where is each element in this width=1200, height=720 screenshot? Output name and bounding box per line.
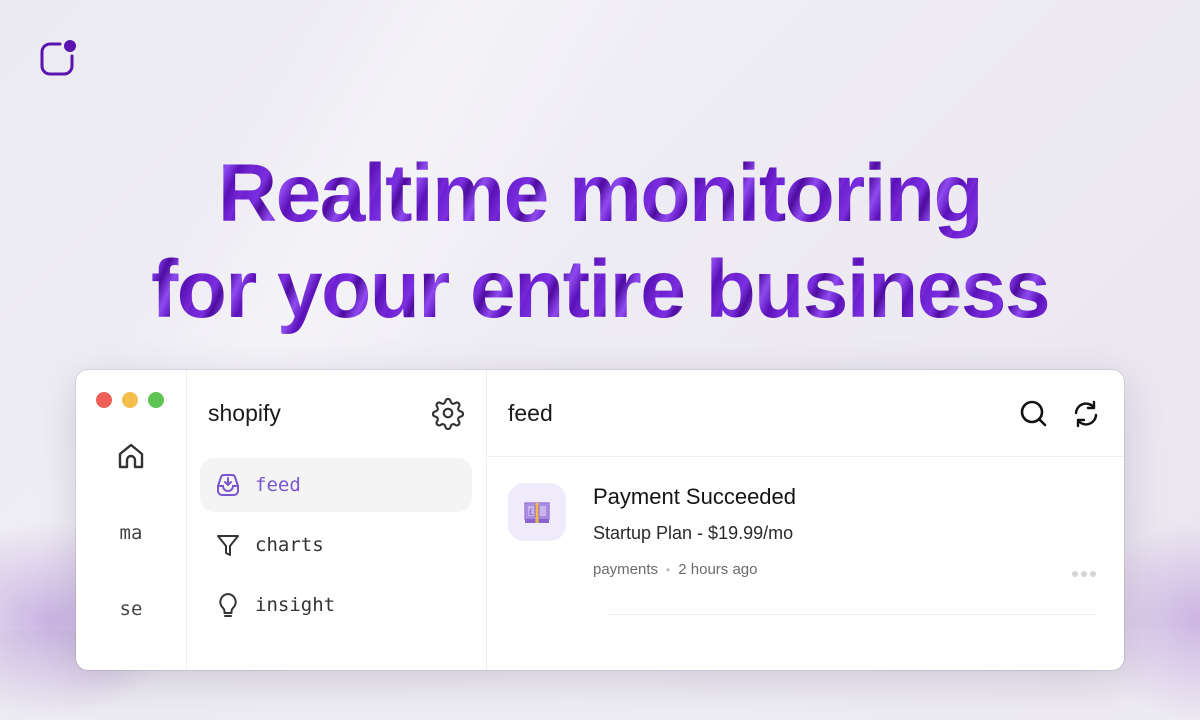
lightbulb-icon [219, 593, 237, 617]
event-time: 2 hours ago [678, 561, 758, 578]
sidebar-item-charts[interactable]: charts [200, 518, 472, 572]
search-icon[interactable] [1018, 398, 1050, 430]
workspace-name: shopify [208, 400, 281, 426]
sidebar-item-feed[interactable]: feed [200, 458, 472, 512]
maximize-window-button[interactable] [148, 392, 164, 408]
more-dot [1072, 571, 1078, 577]
app-window: ma se shopify feed charts insight feed £… [76, 370, 1124, 670]
gear-icon[interactable] [431, 396, 465, 430]
header-divider [486, 456, 1124, 457]
more-dot [1081, 571, 1087, 577]
home-icon[interactable] [115, 440, 147, 472]
panel-title: feed [508, 400, 553, 426]
feed-panel: feed £ Payment Succeeded Startup Plan - … [486, 370, 1124, 670]
sidebar-item-label: insight [255, 594, 336, 616]
sidebar: shopify feed charts insight [186, 370, 487, 670]
window-controls [96, 392, 164, 408]
event-divider [608, 614, 1096, 615]
sidebar-item-label: charts [255, 534, 324, 556]
event-subtitle: Startup Plan - $19.99/mo [593, 523, 794, 543]
more-dot [1090, 571, 1096, 577]
meta-separator: • [666, 562, 671, 577]
svg-text:£: £ [528, 508, 534, 518]
sidebar-item-label: feed [255, 474, 301, 496]
minimize-window-button[interactable] [122, 392, 138, 408]
event-icon-container: £ [508, 483, 566, 541]
money-banknote-icon: £ [524, 502, 550, 523]
event-title: Payment Succeeded [593, 484, 797, 509]
event-meta: payments • 2 hours ago [593, 561, 757, 578]
more-horizontal-icon[interactable] [1070, 570, 1098, 578]
funnel-icon [217, 535, 239, 556]
headline-line-2: for your entire business [150, 244, 1050, 335]
refresh-icon[interactable] [1070, 398, 1102, 430]
sidebar-item-insight[interactable]: insight [200, 578, 472, 632]
hero-headline: Realtime monitoring for your entire busi… [0, 146, 1200, 338]
rail-item-ma[interactable]: ma [76, 522, 186, 544]
notification-square-icon [40, 40, 76, 76]
rail-item-se[interactable]: se [76, 598, 186, 620]
event-channel[interactable]: payments [593, 561, 658, 578]
app-rail: ma se [76, 370, 187, 670]
headline-line-1: Realtime monitoring [217, 148, 983, 239]
inbox-download-icon [217, 474, 239, 496]
close-window-button[interactable] [96, 392, 112, 408]
